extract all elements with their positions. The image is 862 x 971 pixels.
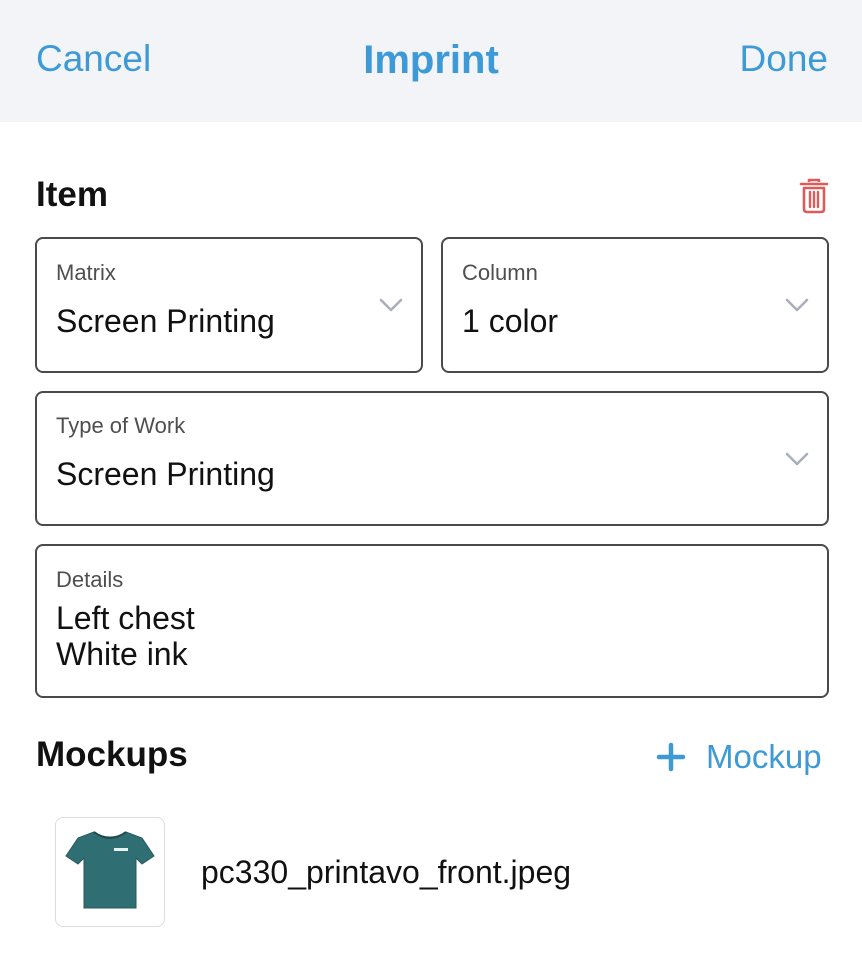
details-line: Left chest: [56, 600, 195, 636]
mockup-file-name: pc330_printavo_front.jpeg: [201, 854, 572, 890]
mockup-thumbnail: [55, 817, 165, 927]
cancel-button[interactable]: Cancel: [36, 38, 151, 80]
type-of-work-value: Screen Printing: [56, 456, 275, 492]
add-mockup-label: Mockup: [706, 738, 822, 775]
details-line: White ink: [56, 636, 188, 672]
matrix-label: Matrix: [56, 260, 116, 285]
details-label: Details: [56, 567, 124, 592]
column-value: 1 color: [462, 303, 559, 339]
item-section-title: Item: [36, 175, 108, 214]
mockups-section-title: Mockups: [36, 735, 188, 774]
tshirt-icon: [65, 831, 155, 909]
done-button[interactable]: Done: [740, 38, 828, 80]
column-label: Column: [462, 260, 538, 285]
trash-icon[interactable]: [798, 178, 830, 214]
details-text: Left chest White ink: [56, 600, 195, 672]
column-select[interactable]: Column 1 color: [441, 237, 829, 373]
nav-bar: Cancel Imprint Done: [0, 0, 862, 122]
matrix-value: Screen Printing: [56, 303, 275, 339]
mockup-list-item[interactable]: pc330_printavo_front.jpeg: [0, 810, 862, 936]
chevron-down-icon: [379, 298, 403, 312]
plus-icon: [656, 742, 686, 772]
type-of-work-select[interactable]: Type of Work Screen Printing: [35, 391, 829, 526]
matrix-select[interactable]: Matrix Screen Printing: [35, 237, 423, 373]
chevron-down-icon: [785, 452, 809, 466]
details-textarea[interactable]: Details Left chest White ink: [35, 544, 829, 698]
type-of-work-label: Type of Work: [56, 413, 186, 438]
chevron-down-icon: [785, 298, 809, 312]
add-mockup-button[interactable]: Mockup: [656, 735, 822, 779]
